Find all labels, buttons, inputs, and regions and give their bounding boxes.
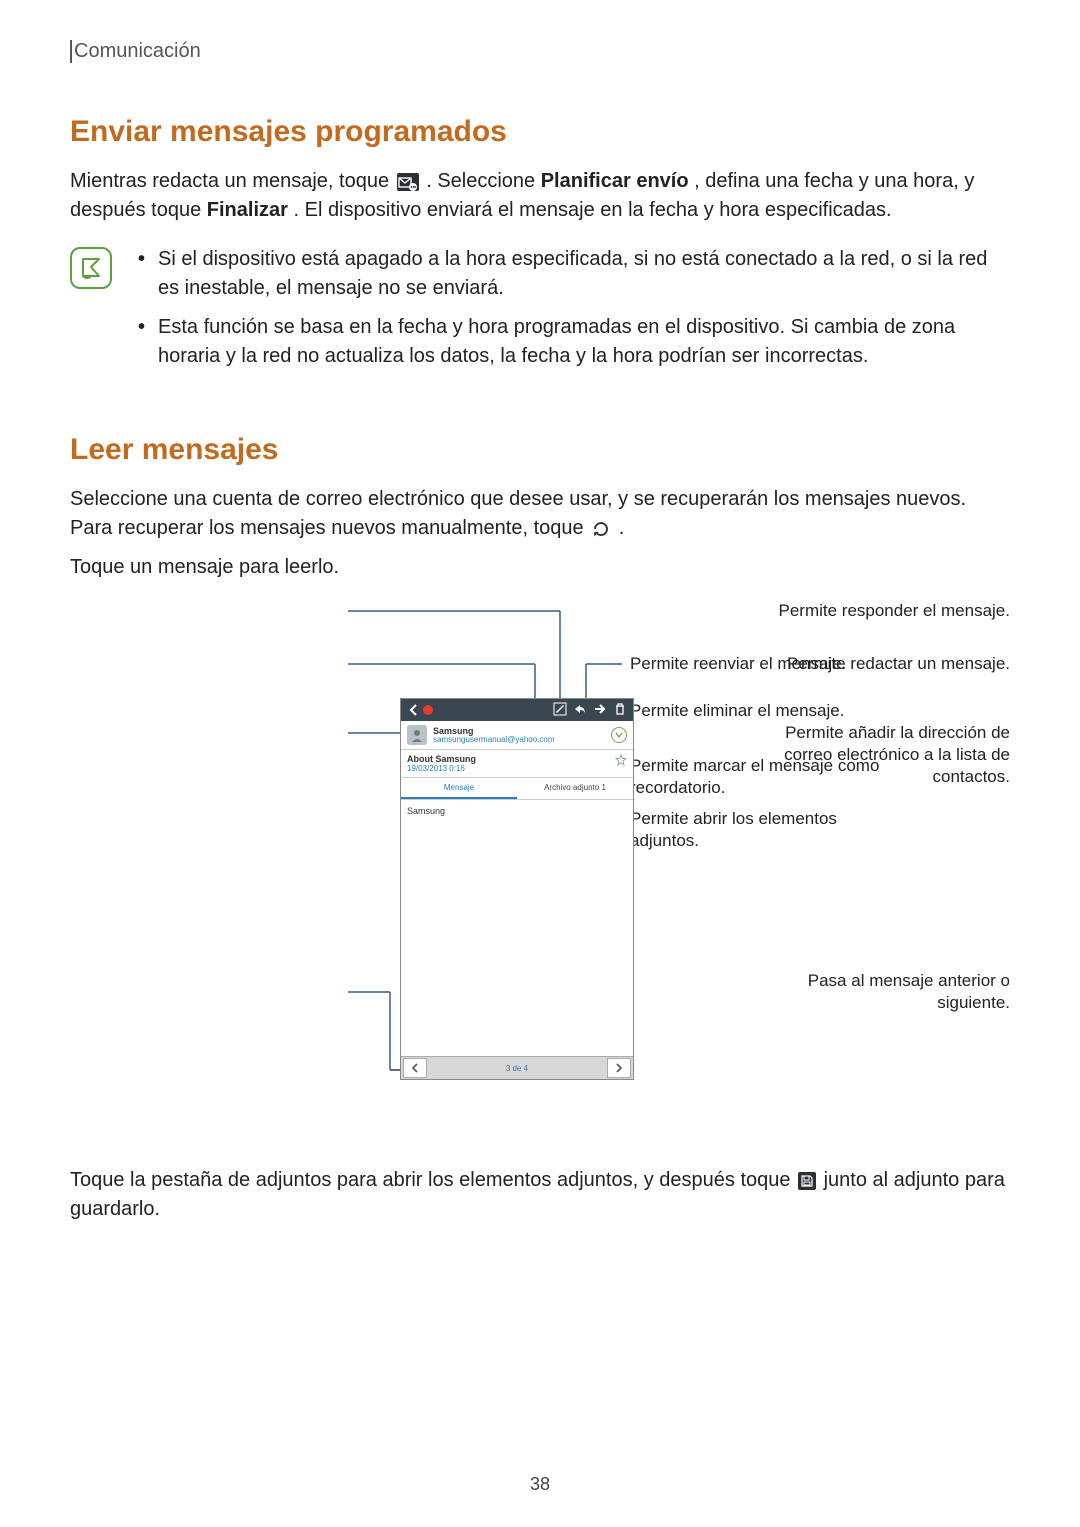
refresh-icon	[591, 519, 611, 539]
txt: Toque la pestaña de adjuntos para abrir …	[70, 1169, 796, 1191]
diagram: Permite responder el mensaje. Permite re…	[70, 600, 1010, 1130]
nav-bar: 3 de 4	[401, 1056, 633, 1079]
note-item-1: Si el dispositivo está apagado a la hora…	[138, 245, 1010, 303]
running-head: Comunicación	[70, 40, 1010, 63]
heading-scheduled: Enviar mensajes programados	[70, 115, 1010, 149]
page-number: 38	[0, 1474, 1080, 1495]
next-message-button[interactable]	[607, 1058, 631, 1078]
phone-mock: Samsung samsungusermanual@yahoo.com Abou…	[400, 698, 634, 1080]
txt: . El dispositivo enviará el mensaje en l…	[293, 199, 891, 221]
para-read: Seleccione una cuenta de correo electrón…	[70, 485, 1010, 543]
forward-icon[interactable]	[593, 702, 607, 719]
note-item-2: Esta función se basa en la fecha y hora …	[138, 313, 1010, 371]
back-button[interactable]	[407, 703, 433, 717]
txt: .	[619, 517, 625, 539]
bold-finalizar: Finalizar	[207, 199, 288, 221]
prev-message-button[interactable]	[403, 1058, 427, 1078]
sender-mail: samsungusermanual@yahoo.com	[433, 736, 555, 744]
txt: Seleccione una cuenta de correo electrón…	[70, 488, 966, 539]
subject-row: About Samsung 19/03/2013 0:16	[401, 750, 633, 778]
para-scheduled: Mientras redacta un mensaje, toque . Sel…	[70, 167, 1010, 225]
subject-title: About Samsung	[407, 754, 476, 764]
txt: . Seleccione	[426, 170, 541, 192]
txt: Mientras redacta un mensaje, toque	[70, 170, 395, 192]
options-envelope-icon	[397, 173, 419, 191]
app-dot-icon	[423, 705, 433, 715]
bold-planificar: Planificar envío	[541, 170, 689, 192]
para-tap-msg: Toque un mensaje para leerlo.	[70, 553, 1010, 582]
reply-icon[interactable]	[573, 702, 587, 719]
tab-message[interactable]: Mensaje	[401, 778, 517, 799]
avatar-icon	[407, 725, 427, 745]
note-block: Si el dispositivo está apagado a la hora…	[70, 245, 1010, 381]
save-icon	[798, 1172, 816, 1190]
tab-attachment[interactable]: Archivo adjunto 1	[517, 778, 633, 799]
message-body: Samsung	[401, 800, 633, 1072]
nav-counter: 3 de 4	[429, 1064, 605, 1073]
page: Comunicación Enviar mensajes programados…	[0, 0, 1080, 1527]
para-attachments: Toque la pestaña de adjuntos para abrir …	[70, 1166, 1010, 1224]
star-icon[interactable]	[615, 754, 627, 766]
subject-date: 19/03/2013 0:16	[407, 764, 476, 773]
email-toolbar	[401, 699, 633, 721]
expand-icon[interactable]	[611, 727, 627, 743]
compose-icon[interactable]	[553, 702, 567, 719]
heading-read: Leer mensajes	[70, 433, 1010, 467]
tabs: Mensaje Archivo adjunto 1	[401, 778, 633, 800]
note-icon	[70, 247, 112, 289]
delete-icon[interactable]	[613, 702, 627, 719]
sender-row[interactable]: Samsung samsungusermanual@yahoo.com	[401, 721, 633, 750]
